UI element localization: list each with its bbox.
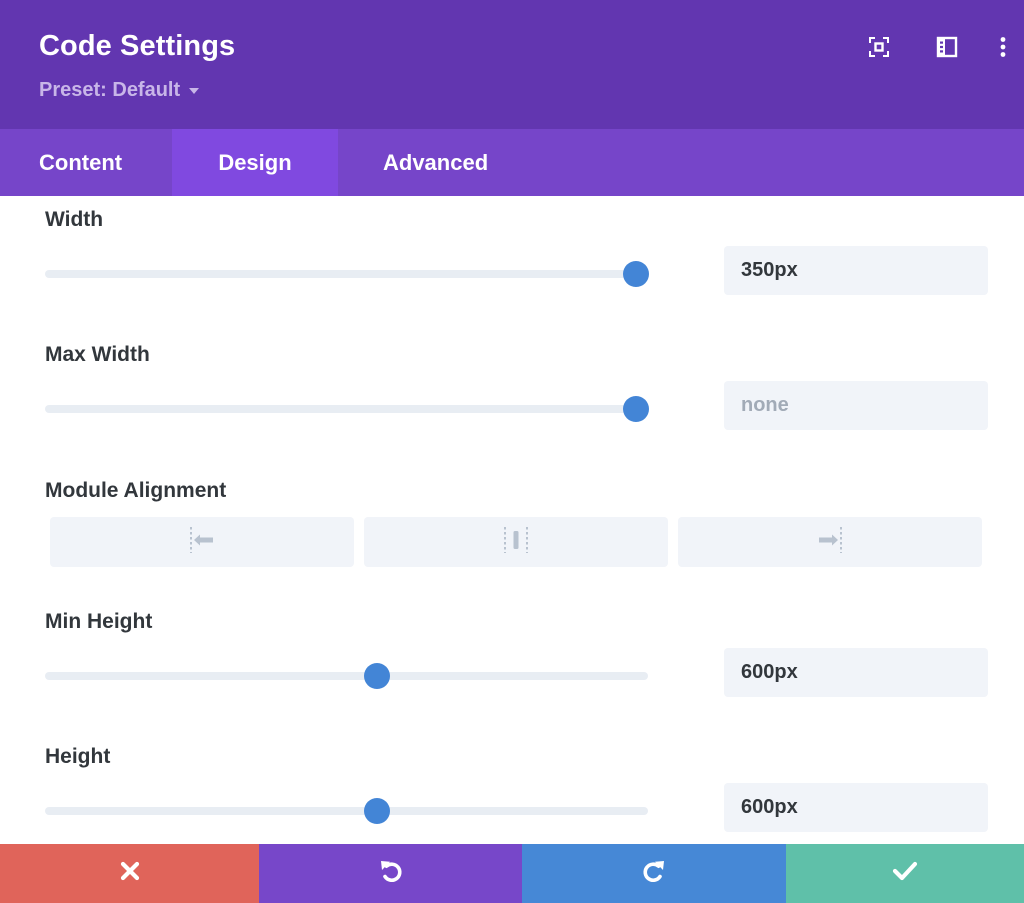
height-input[interactable]: [724, 783, 988, 832]
more-options-icon[interactable]: [990, 34, 1016, 60]
min-height-slider-thumb[interactable]: [363, 663, 390, 689]
align-right-icon: [815, 525, 845, 560]
settings-header: Code Settings Preset: Default: [0, 0, 1024, 129]
redo-icon: [641, 858, 667, 889]
undo-button[interactable]: [259, 844, 522, 903]
action-bar: [0, 844, 1024, 903]
focus-mode-icon[interactable]: [866, 34, 892, 60]
width-slider[interactable]: [45, 261, 649, 287]
align-left-icon: [187, 525, 217, 560]
redo-button[interactable]: [522, 844, 786, 903]
align-center-icon: [501, 525, 531, 560]
preset-dropdown[interactable]: Preset: Default: [39, 79, 200, 102]
align-right-button[interactable]: [678, 517, 982, 567]
min-height-slider[interactable]: [45, 663, 648, 689]
max-width-label: Max Width: [45, 343, 150, 366]
height-slider-thumb[interactable]: [363, 798, 390, 824]
check-icon: [892, 860, 918, 887]
preset-label: Preset: Default: [39, 79, 181, 101]
save-button[interactable]: [786, 844, 1024, 903]
min-height-input[interactable]: [724, 648, 988, 697]
width-input[interactable]: [724, 246, 988, 295]
caret-down-icon: [189, 87, 200, 94]
width-label: Width: [45, 208, 104, 231]
undo-icon: [378, 858, 404, 889]
max-width-input[interactable]: [724, 381, 988, 430]
max-width-slider-thumb[interactable]: [622, 396, 649, 422]
tab-content[interactable]: Content: [0, 129, 172, 196]
close-icon: [119, 860, 141, 887]
max-width-slider[interactable]: [45, 396, 649, 422]
sidebar-layout-icon[interactable]: [934, 34, 960, 60]
tab-design[interactable]: Design: [172, 129, 338, 196]
tab-advanced[interactable]: Advanced: [338, 129, 488, 196]
min-height-label: Min Height: [45, 610, 153, 633]
module-alignment-label: Module Alignment: [45, 479, 227, 502]
cancel-button[interactable]: [0, 844, 259, 903]
tab-bar: Content Design Advanced: [0, 129, 1024, 196]
height-slider[interactable]: [45, 798, 648, 824]
design-settings-panel: Width Max Width Module Alignment: [0, 196, 1024, 844]
height-label: Height: [45, 745, 111, 768]
align-center-button[interactable]: [364, 517, 668, 567]
width-slider-thumb[interactable]: [622, 261, 649, 287]
align-left-button[interactable]: [50, 517, 354, 567]
modal-title: Code Settings: [39, 30, 236, 62]
